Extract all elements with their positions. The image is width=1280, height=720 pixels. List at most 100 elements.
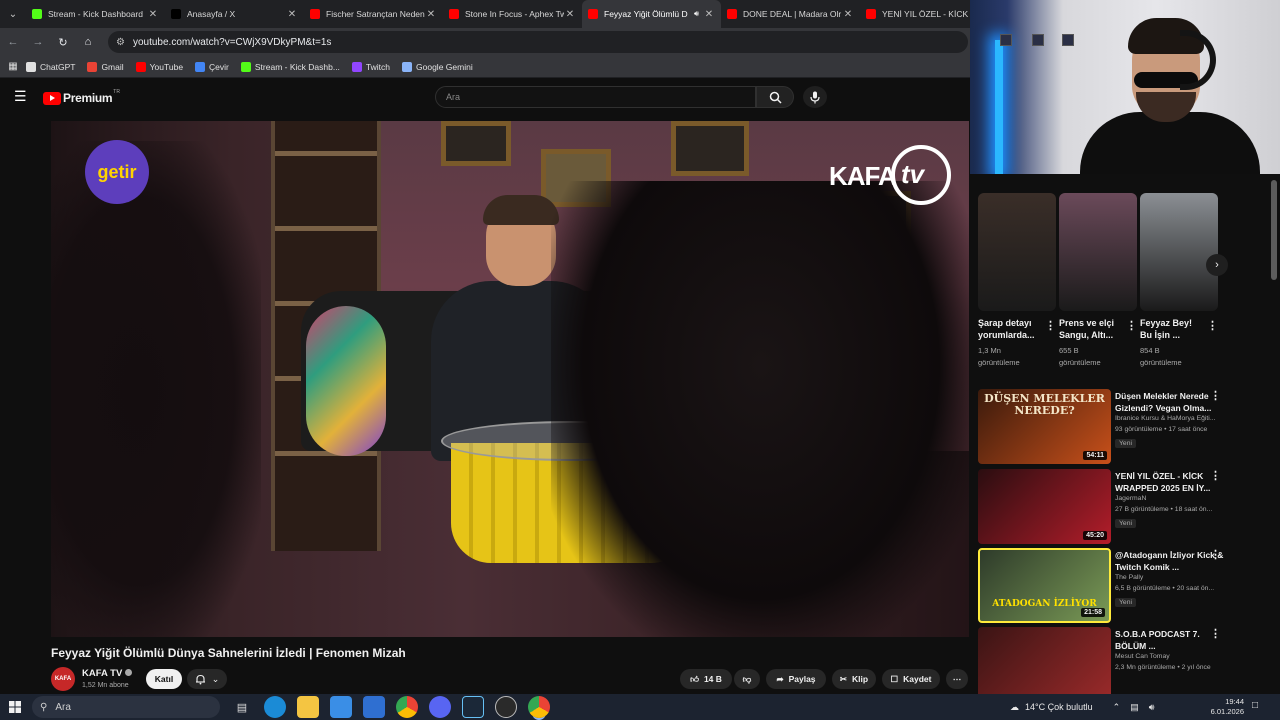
address-bar[interactable]: ⚙ youtube.com/watch?v=CWjX9VDkyPM&t=1s <box>108 31 968 53</box>
video-player[interactable]: getir KAFA tv <box>51 121 969 637</box>
bookmark-item[interactable]: Twitch <box>351 61 391 72</box>
browser-tab[interactable]: DONE DEAL | Madara Olr ✕ <box>721 0 860 28</box>
tab-search-menu[interactable]: ⌄ <box>0 0 26 28</box>
new-badge: Yeni <box>1115 519 1136 528</box>
mail-icon[interactable] <box>363 696 385 718</box>
browser-tab[interactable]: Fischer Satrançtan Neden ✕ <box>304 0 443 28</box>
chrome-active-icon[interactable] <box>528 696 550 718</box>
file-explorer-icon[interactable] <box>297 696 319 718</box>
video-channel[interactable]: İbranice Kursu & HaMorya Eğiti... <box>1115 415 1235 422</box>
bookmark-item[interactable]: Google Gemini <box>402 61 473 72</box>
page-scrollbar[interactable] <box>1271 180 1277 280</box>
short-title[interactable]: Şarap detayı yorumlarda... <box>978 317 1042 341</box>
bookmark-label: Twitch <box>365 61 391 72</box>
taskbar-search-label: Ara <box>55 701 71 713</box>
video-thumbnail[interactable]: ATADOGAN İZLİYOR 21:58 <box>978 548 1111 623</box>
join-button[interactable]: Katıl <box>146 669 182 689</box>
apps-grid-icon[interactable]: ▦ <box>0 61 26 72</box>
chevron-up-icon[interactable]: ⌃ <box>1113 702 1121 713</box>
home-button[interactable]: ⌂ <box>76 30 100 54</box>
video-thumbnail[interactable] <box>978 627 1111 702</box>
forward-button[interactable]: → <box>26 30 50 54</box>
back-button[interactable]: ← <box>1 30 25 54</box>
wall-decoration <box>1032 34 1044 46</box>
obs-icon[interactable] <box>495 696 517 718</box>
recommendations-sidebar: Şarap detayı yorumlarda... 1,3 Mn görüntü… <box>970 174 1280 702</box>
volume-icon[interactable]: 🔊︎ <box>1149 702 1155 713</box>
video-more-icon[interactable]: ⋮ <box>1210 391 1221 402</box>
close-tab-icon[interactable]: ✕ <box>425 9 437 20</box>
close-tab-icon[interactable]: ✕ <box>147 9 159 20</box>
menu-icon[interactable]: ☰ <box>14 89 28 103</box>
save-button[interactable]: ☐ Kaydet <box>882 669 940 689</box>
start-button[interactable] <box>0 694 30 720</box>
like-button[interactable]: 👍︎ 14 B <box>680 669 732 689</box>
webcam-overlay <box>970 0 1280 174</box>
video-channel[interactable]: Mesut Can Tomay <box>1115 653 1235 660</box>
short-title[interactable]: Prens ve elçi Sangu, Altı... <box>1059 317 1123 341</box>
short-thumbnail[interactable] <box>1140 193 1218 311</box>
share-button[interactable]: ➦ Paylaş <box>766 669 826 689</box>
task-view-icon[interactable]: ▤ <box>231 696 253 718</box>
channel-name-row[interactable]: KAFA TV <box>82 668 133 679</box>
bookmark-item[interactable]: Stream - Kick Dashb... <box>240 61 340 72</box>
browser-tab[interactable]: Stone In Focus - Aphex Tw ✕ <box>443 0 582 28</box>
short-title[interactable]: Feyyaz Bey! Bu İşin ... <box>1140 317 1204 341</box>
weather-icon[interactable]: ☁ <box>1010 702 1019 713</box>
edge-icon[interactable] <box>264 696 286 718</box>
close-tab-icon[interactable]: ✕ <box>286 9 298 20</box>
recommended-video[interactable]: 45:20 YENİ YIL ÖZEL - KİCK WRAPPED 2025 E… <box>978 469 1278 545</box>
recommended-video[interactable]: S.O.B.A PODCAST 7. BÖLÜM ... Mesut Can To… <box>978 627 1278 703</box>
youtube-logo[interactable]: Premium TR <box>43 89 120 105</box>
bookmark-item[interactable]: Çevir <box>195 61 229 72</box>
reload-button[interactable]: ↻ <box>51 30 75 54</box>
close-tab-icon[interactable]: ✕ <box>564 9 576 20</box>
clip-button[interactable]: ✂ Klip <box>832 669 876 689</box>
speaker-icon[interactable]: 🔊︎ <box>694 9 699 19</box>
recommended-video[interactable]: ATADOGAN İZLİYOR 21:58 @Atadogann İzliyor … <box>978 548 1278 624</box>
video-thumbnail[interactable]: DÜŞEN MELEKLER NEREDE? 54:11 <box>978 389 1111 464</box>
short-thumbnail[interactable] <box>978 193 1056 311</box>
browser-tab[interactable]: Anasayfa / X ✕ <box>165 0 304 28</box>
video-thumbnail[interactable]: 45:20 <box>978 469 1111 544</box>
search-button[interactable] <box>756 86 794 108</box>
shorts-next-button[interactable]: › <box>1206 254 1228 276</box>
video-more-icon[interactable]: ⋮ <box>1210 629 1221 640</box>
close-tab-icon[interactable]: ✕ <box>842 9 854 20</box>
close-tab-icon[interactable]: ✕ <box>703 9 715 20</box>
video-more-icon[interactable]: ⋮ <box>1210 550 1221 561</box>
voice-search-button[interactable] <box>803 86 827 108</box>
notification-icon[interactable]: □ <box>1252 700 1258 711</box>
channel-name[interactable]: KAFA TV <box>82 668 122 679</box>
recommended-video[interactable]: DÜŞEN MELEKLER NEREDE? 54:11 Düşen Melekle… <box>978 389 1278 465</box>
bookmark-item[interactable]: Gmail <box>87 61 124 72</box>
search-input[interactable]: Ara <box>435 86 756 108</box>
video-channel[interactable]: JagermaN <box>1115 495 1235 502</box>
short-thumbnail[interactable] <box>1059 193 1137 311</box>
clock[interactable]: 19:44 6.01.2026 <box>1200 697 1244 717</box>
short-more-icon[interactable]: ⋮ <box>1045 321 1056 332</box>
steam-icon[interactable] <box>462 696 484 718</box>
clip-label: Klip <box>852 674 869 684</box>
video-more-icon[interactable]: ⋮ <box>1210 471 1221 482</box>
store-icon[interactable] <box>330 696 352 718</box>
more-actions-button[interactable]: ⋯ <box>946 669 968 689</box>
bookmark-item[interactable]: ChatGPT <box>26 61 75 72</box>
chrome-icon[interactable] <box>396 696 418 718</box>
short-more-icon[interactable]: ⋮ <box>1126 321 1137 332</box>
browser-tab[interactable]: Feyyaz Yiğit Ölümlü D 🔊︎ ✕ <box>582 0 721 28</box>
dislike-button[interactable]: 👎︎ <box>734 669 760 689</box>
taskbar: ⚲ Ara ▤ ☁ 14°C Çok bulutlu ⌃ ▤ 🔊︎ 19:44 … <box>0 694 1280 720</box>
site-info-icon[interactable]: ⚙ <box>116 37 125 48</box>
short-more-icon[interactable]: ⋮ <box>1207 321 1218 332</box>
channel-avatar[interactable]: KAFA <box>51 667 75 691</box>
bookmark-item[interactable]: YouTube <box>135 61 183 72</box>
video-channel[interactable]: The Pally <box>1115 574 1235 581</box>
notification-bell-button[interactable]: ⌄ <box>187 669 227 689</box>
thumbs-up-icon: 👍︎ <box>690 673 699 684</box>
taskbar-search[interactable]: ⚲ Ara <box>32 696 220 718</box>
discord-icon[interactable] <box>429 696 451 718</box>
weather-text[interactable]: 14°C Çok bulutlu <box>1025 702 1093 712</box>
network-icon[interactable]: ▤ <box>1130 702 1139 713</box>
browser-tab[interactable]: Stream - Kick Dashboard ✕ <box>26 0 165 28</box>
